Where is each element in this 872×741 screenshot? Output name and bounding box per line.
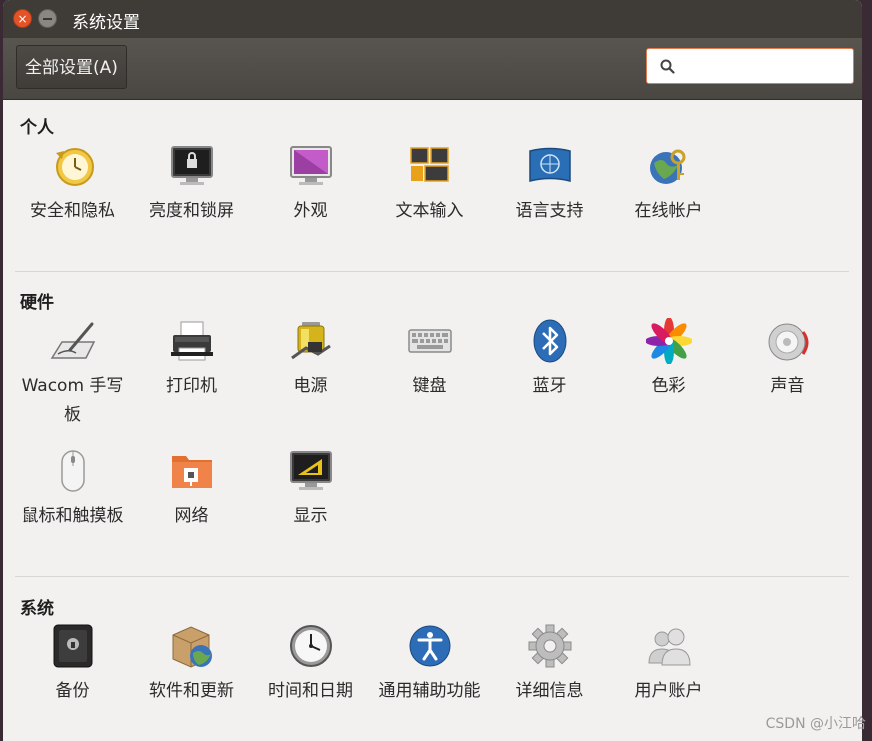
search-icon — [660, 59, 675, 74]
item-label: 文本输入 — [395, 201, 464, 221]
settings-item-printer[interactable]: 打印机 — [132, 318, 251, 401]
item-label: 安全和隐私 — [30, 201, 115, 221]
user-accounts-icon — [647, 628, 691, 666]
software-updates-icon — [172, 626, 212, 668]
display-icon — [289, 451, 332, 490]
window-title: 系统设置 — [72, 13, 140, 33]
settings-item-mouse-touchpad[interactable]: 鼠标和触摸板 — [13, 448, 132, 531]
titlebar: × 系统设置 — [3, 0, 862, 38]
section-title-system: 系统 — [20, 599, 54, 619]
settings-item-color[interactable]: 色彩 — [609, 318, 728, 401]
settings-item-online-accounts[interactable]: 在线帐户 — [609, 143, 728, 226]
search-box[interactable] — [646, 48, 854, 84]
item-label: 声音 — [770, 376, 805, 396]
section-divider — [15, 576, 849, 577]
online-accounts-icon — [649, 149, 685, 184]
settings-item-display[interactable]: 显示 — [251, 448, 370, 531]
settings-item-time-date[interactable]: 时间和日期 — [251, 623, 370, 706]
language-support-icon — [528, 147, 571, 182]
sound-icon — [768, 323, 808, 361]
toolbar: 全部设置(A) — [3, 38, 862, 100]
system-settings-window: × 系统设置 全部设置(A) 个人 安全和隐私 亮度和锁屏 外观 文本输入 语言… — [3, 0, 862, 741]
settings-item-universal-access[interactable]: 通用辅助功能 — [370, 623, 489, 706]
mouse-touchpad-icon — [60, 450, 85, 492]
close-button[interactable]: × — [13, 9, 32, 28]
item-label: 备份 — [55, 681, 90, 701]
watermark: CSDN @小江哈 — [765, 716, 866, 732]
details-icon — [528, 624, 571, 668]
item-label: 网络 — [174, 506, 209, 526]
settings-item-software-updates[interactable]: 软件和更新 — [132, 623, 251, 706]
item-label: 键盘 — [412, 376, 447, 396]
item-label: 在线帐户 — [634, 201, 703, 221]
settings-item-network[interactable]: 网络 — [132, 448, 251, 531]
settings-item-security-privacy[interactable]: 安全和隐私 — [13, 143, 132, 226]
network-icon — [171, 456, 212, 488]
item-label: 显示 — [293, 506, 328, 526]
item-label: 鼠标和触摸板 — [21, 506, 124, 526]
item-label: 蓝牙 — [532, 376, 567, 396]
settings-item-backup[interactable]: 备份 — [13, 623, 132, 706]
settings-item-brightness-lock[interactable]: 亮度和锁屏 — [132, 143, 251, 226]
item-label: 详细信息 — [515, 681, 584, 701]
settings-item-text-entry[interactable]: 文本输入 — [370, 143, 489, 226]
universal-access-icon — [409, 625, 450, 667]
backup-icon — [53, 624, 92, 668]
text-entry-icon — [409, 147, 449, 182]
item-label: 用户账户 — [634, 681, 703, 701]
section-divider — [15, 271, 849, 272]
section-title-personal: 个人 — [20, 118, 54, 138]
all-settings-button[interactable]: 全部设置(A) — [16, 45, 127, 89]
bluetooth-icon — [533, 319, 566, 363]
item-label: 通用辅助功能 — [378, 681, 481, 701]
settings-item-power[interactable]: 电源 — [251, 318, 370, 401]
settings-item-sound[interactable]: 声音 — [728, 318, 847, 401]
settings-item-bluetooth[interactable]: 蓝牙 — [490, 318, 609, 401]
minimize-button[interactable] — [38, 9, 57, 28]
section-title-hardware: 硬件 — [20, 293, 54, 313]
settings-item-language-support[interactable]: 语言支持 — [490, 143, 609, 226]
wacom-tablet-icon — [50, 322, 95, 359]
settings-item-user-accounts[interactable]: 用户账户 — [609, 623, 728, 706]
item-label: 外观 — [293, 201, 328, 221]
item-label: 色彩 — [651, 376, 686, 396]
item-label: 亮度和锁屏 — [149, 201, 234, 221]
appearance-icon — [289, 146, 332, 185]
settings-item-wacom-tablet[interactable]: Wacom 手写板 — [13, 318, 132, 430]
item-label: Wacom 手写板 — [21, 376, 124, 425]
printer-icon — [170, 321, 213, 361]
settings-item-keyboard[interactable]: 键盘 — [370, 318, 489, 401]
settings-item-appearance[interactable]: 外观 — [251, 143, 370, 226]
keyboard-icon — [407, 329, 452, 353]
item-label: 语言支持 — [515, 201, 584, 221]
time-date-icon — [289, 625, 332, 667]
item-label: 软件和更新 — [149, 681, 234, 701]
search-input[interactable] — [683, 53, 847, 81]
item-label: 电源 — [293, 376, 328, 396]
item-label: 打印机 — [166, 376, 217, 396]
item-label: 时间和日期 — [268, 681, 353, 701]
color-icon — [645, 318, 692, 364]
settings-item-details[interactable]: 详细信息 — [490, 623, 609, 706]
power-icon — [290, 322, 331, 360]
security-privacy-icon — [55, 148, 94, 186]
brightness-lock-icon — [170, 146, 213, 185]
